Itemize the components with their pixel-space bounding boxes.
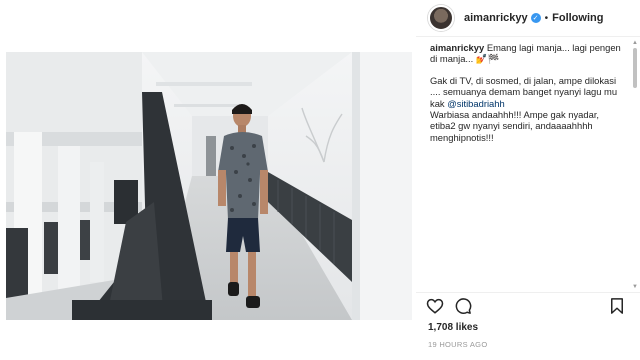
caption-scrollbar[interactable]: ▲ ▼: [632, 40, 638, 290]
caption-paragraph-1: aimanrickyy Emang lagi manja... lagi pen…: [430, 42, 626, 65]
scroll-thumb[interactable]: [633, 48, 637, 88]
comment-icon[interactable]: [454, 297, 472, 315]
scroll-down-arrow-icon[interactable]: ▼: [632, 284, 638, 290]
action-bar: [426, 297, 626, 317]
divider: [416, 36, 640, 37]
divider: [416, 292, 640, 293]
avatar[interactable]: [428, 5, 454, 31]
mention-link[interactable]: @sitibadriahh: [447, 98, 504, 109]
caption-text-3: Warbiasa andaahhh!!! Ampe gak nyadar, et…: [430, 109, 600, 143]
likes-count[interactable]: 1,708 likes: [428, 322, 478, 333]
bookmark-icon[interactable]: [608, 297, 626, 315]
caption-username[interactable]: aimanrickyy: [430, 42, 484, 53]
caption-paragraph-2: Gak di TV, di sosmed, di jalan, ampe dil…: [430, 75, 626, 143]
post-timestamp[interactable]: 19 HOURS AGO: [428, 340, 487, 349]
post-header: aimanrickyy ✓ • Following: [416, 0, 640, 36]
following-button[interactable]: Following: [552, 12, 603, 24]
photo-scene: [6, 52, 412, 320]
scroll-up-arrow-icon[interactable]: ▲: [632, 40, 638, 46]
heart-icon[interactable]: [426, 297, 444, 315]
verified-badge-icon: ✓: [530, 13, 541, 23]
username-link[interactable]: aimanrickyy: [464, 12, 528, 24]
post-photo[interactable]: [6, 52, 412, 320]
post-caption: aimanrickyy Emang lagi manja... lagi pen…: [430, 42, 626, 153]
separator-dot: •: [544, 12, 549, 24]
